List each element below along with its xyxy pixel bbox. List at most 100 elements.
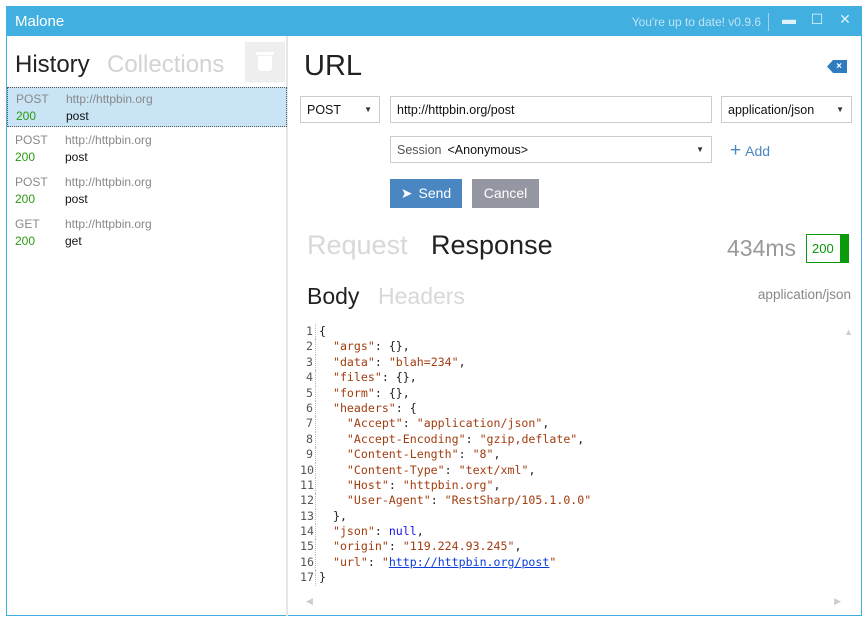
code-token: , [458, 354, 466, 369]
history-url: http://httpbin.org [66, 92, 153, 106]
code-token: } [319, 570, 326, 585]
history-url: http://httpbin.org [65, 217, 152, 231]
line-number: 2 [300, 339, 316, 355]
code-line: 4 "files": {}, [300, 370, 591, 386]
history-item[interactable]: POST http://httpbin.org 200 post [7, 171, 287, 211]
tab-collections[interactable]: Collections [107, 51, 224, 79]
code-token: "Host" [346, 477, 389, 492]
history-method: POST [15, 133, 48, 147]
content-type-select[interactable]: application/json ▼ [721, 96, 852, 123]
app-title: Malone [15, 13, 65, 30]
code-token: "Content-Length" [346, 447, 459, 462]
line-number: 3 [300, 354, 316, 371]
code-token: : [374, 524, 389, 539]
cancel-button[interactable]: Cancel [472, 179, 539, 208]
app-window: Malone You're up to date! v0.9.6 ▬ ☐ ✕ H… [6, 6, 862, 616]
session-value: <Anonymous> [447, 143, 529, 157]
code-line: 17} [300, 570, 591, 586]
url-input[interactable]: http://httpbin.org/post [390, 96, 712, 123]
line-number: 9 [300, 447, 316, 463]
history-method: POST [15, 175, 48, 189]
session-select[interactable]: Session <Anonymous> ▼ [390, 136, 712, 163]
code-line: 10 "Content-Type": "text/xml", [300, 462, 591, 478]
line-number: 7 [300, 416, 316, 432]
title-divider [768, 13, 769, 31]
minimize-icon[interactable]: ▬ [779, 11, 799, 27]
code-token: "files" [332, 370, 382, 385]
send-label: Send [418, 185, 452, 201]
code-token: : [374, 354, 389, 369]
update-status: You're up to date! v0.9.6 [631, 15, 761, 29]
history-item[interactable]: GET http://httpbin.org 200 get [7, 213, 287, 253]
code-token: : [367, 554, 382, 569]
session-label: Session [397, 143, 442, 157]
history-item[interactable]: POST http://httpbin.org 200 post [7, 87, 287, 127]
method-select[interactable]: POST ▼ [300, 96, 380, 123]
code-line: 2 "args": {}, [300, 339, 591, 355]
code-line: 7 "Accept": "application/json", [300, 416, 591, 432]
code-line: 8 "Accept-Encoding": "gzip,deflate", [300, 431, 591, 448]
page-title: URL [304, 50, 363, 82]
code-token: "httpbin.org" [402, 477, 494, 492]
close-icon[interactable]: ✕ [835, 11, 855, 28]
code-line: 5 "form": {}, [300, 385, 591, 401]
tab-response[interactable]: Response [431, 230, 553, 261]
scroll-left-icon[interactable]: ◀ [306, 596, 313, 607]
method-value: POST [307, 103, 342, 117]
history-status: 200 [15, 234, 36, 248]
subtab-headers[interactable]: Headers [378, 283, 465, 310]
code-token: , [542, 416, 550, 431]
code-token: "form" [332, 385, 375, 400]
plus-icon: + [730, 140, 742, 161]
history-url: http://httpbin.org [65, 175, 152, 189]
code-token: "json" [332, 524, 375, 539]
line-number: 13 [300, 508, 316, 525]
tab-history[interactable]: History [15, 51, 90, 79]
url-value: http://httpbin.org/post [397, 103, 515, 117]
code-token: : [402, 416, 417, 431]
main-panel: URL × POST ▼ http://httpbin.org/post appl… [290, 36, 861, 616]
history-item[interactable]: POST http://httpbin.org 200 post [7, 129, 287, 169]
code-token: , [416, 524, 424, 539]
code-token: "Accept-Encoding" [346, 431, 466, 446]
trash-icon-body [258, 56, 272, 71]
code-token: " [381, 554, 389, 569]
content-type-value: application/json [728, 103, 815, 117]
line-number: 16 [300, 554, 316, 571]
status-badge: 200 [806, 234, 849, 263]
code-line: 1{ [300, 324, 591, 340]
code-line: 14 "json": null, [300, 524, 591, 540]
code-token: " [549, 554, 557, 569]
scroll-up-icon[interactable]: ▲ [844, 327, 853, 337]
code-token: "text/xml" [458, 462, 529, 477]
code-token: : { [395, 400, 417, 415]
code-line: 12 "User-Agent": "RestSharp/105.1.0.0" [300, 493, 591, 509]
add-session-button[interactable]: + Add [730, 140, 770, 162]
code-token: "application/json" [416, 416, 543, 431]
paper-plane-icon: ➤ [400, 185, 413, 201]
maximize-icon[interactable]: ☐ [807, 11, 827, 28]
send-button[interactable]: ➤ Send [390, 179, 462, 208]
line-number: 1 [300, 324, 316, 340]
code-token: "blah=234" [388, 354, 459, 369]
line-number: 8 [300, 431, 316, 448]
line-number: 4 [300, 370, 316, 386]
code-token: "data" [332, 354, 375, 369]
clear-history-button[interactable] [245, 42, 285, 82]
tab-request[interactable]: Request [307, 230, 408, 261]
subtab-body[interactable]: Body [307, 283, 359, 310]
response-body-editor[interactable]: 1{2 "args": {}, 3 "data": "blah=234", 4 "f… [300, 324, 591, 586]
clear-url-icon[interactable]: × [827, 60, 847, 73]
scroll-right-icon[interactable]: ▶ [834, 596, 841, 607]
line-number: 5 [300, 385, 316, 401]
url-link[interactable]: http://httpbin.org/post [389, 555, 550, 569]
code-line: 13 }, [300, 508, 591, 525]
line-number: 6 [300, 400, 316, 417]
code-token: , [528, 462, 536, 477]
